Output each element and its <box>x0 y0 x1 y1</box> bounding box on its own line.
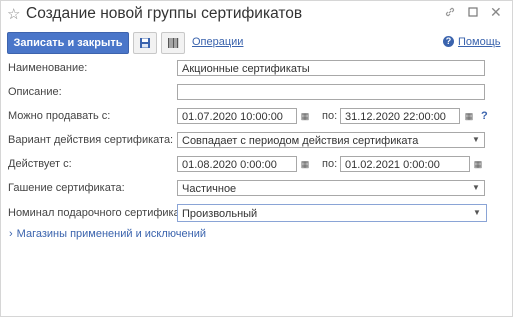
hint-icon[interactable]: ? <box>481 110 488 122</box>
save-button[interactable] <box>133 32 157 54</box>
save-icon <box>139 37 151 52</box>
help-icon[interactable]: ? <box>443 36 454 47</box>
chevron-down-icon[interactable]: ▼ <box>470 181 482 195</box>
name-field[interactable]: Акционные сертификаты <box>177 60 485 76</box>
calendar-icon[interactable]: ▦ <box>298 156 312 172</box>
calendar-icon[interactable]: ▦ <box>298 108 312 124</box>
stores-section-label: Магазины применений и исключений <box>16 228 206 240</box>
nominal-select[interactable]: Произвольный <box>177 204 487 222</box>
save-and-close-button[interactable]: Записать и закрыть <box>7 32 129 54</box>
title-bar: ☆ Создание новой группы сертификатов ✕ <box>1 1 512 29</box>
valid-to-label: по: <box>322 158 338 170</box>
variant-select[interactable]: Совпадает с периодом действия сертификат… <box>177 132 485 148</box>
valid-period-label: Действует с: <box>8 158 72 170</box>
page-title: Создание новой группы сертификатов <box>26 5 303 22</box>
sell-to-label: по: <box>322 110 338 122</box>
sell-period-label: Можно продавать с: <box>8 110 111 122</box>
close-icon[interactable]: ✕ <box>490 4 502 21</box>
sell-from-field[interactable]: 01.07.2020 10:00:00 <box>177 108 297 124</box>
redemption-label: Гашение сертификата: <box>8 182 125 194</box>
sell-to-field[interactable]: 31.12.2020 22:00:00 <box>340 108 460 124</box>
barcode-icon <box>167 37 179 52</box>
toolbar: Записать и закрыть Операции <box>1 32 512 54</box>
barcode-button[interactable] <box>161 32 185 54</box>
calendar-icon[interactable]: ▦ <box>471 156 485 172</box>
operations-link[interactable]: Операции <box>192 36 243 48</box>
form-window: ☆ Создание новой группы сертификатов ✕ З… <box>0 0 513 317</box>
valid-to-field[interactable]: 01.02.2021 0:00:00 <box>340 156 470 172</box>
help-link[interactable]: Помощь <box>458 36 501 48</box>
name-label: Наименование: <box>8 62 88 74</box>
chevron-down-icon[interactable]: ▼ <box>470 133 482 147</box>
variant-label: Вариант действия сертификата: <box>8 134 174 146</box>
chevron-right-icon: › <box>9 228 13 240</box>
star-icon[interactable]: ☆ <box>7 5 20 23</box>
minimize-icon[interactable] <box>468 6 478 20</box>
description-label: Описание: <box>8 86 62 98</box>
redemption-select[interactable]: Частичное <box>177 180 485 196</box>
calendar-icon[interactable]: ▦ <box>462 108 476 124</box>
chevron-down-icon[interactable]: ▼ <box>471 206 483 220</box>
description-field[interactable] <box>177 84 485 100</box>
stores-section-toggle[interactable]: › Магазины применений и исключений <box>9 228 206 240</box>
nominal-label: Номинал подарочного сертификата: <box>8 207 194 219</box>
link-icon[interactable] <box>444 6 456 21</box>
valid-from-field[interactable]: 01.08.2020 0:00:00 <box>177 156 297 172</box>
